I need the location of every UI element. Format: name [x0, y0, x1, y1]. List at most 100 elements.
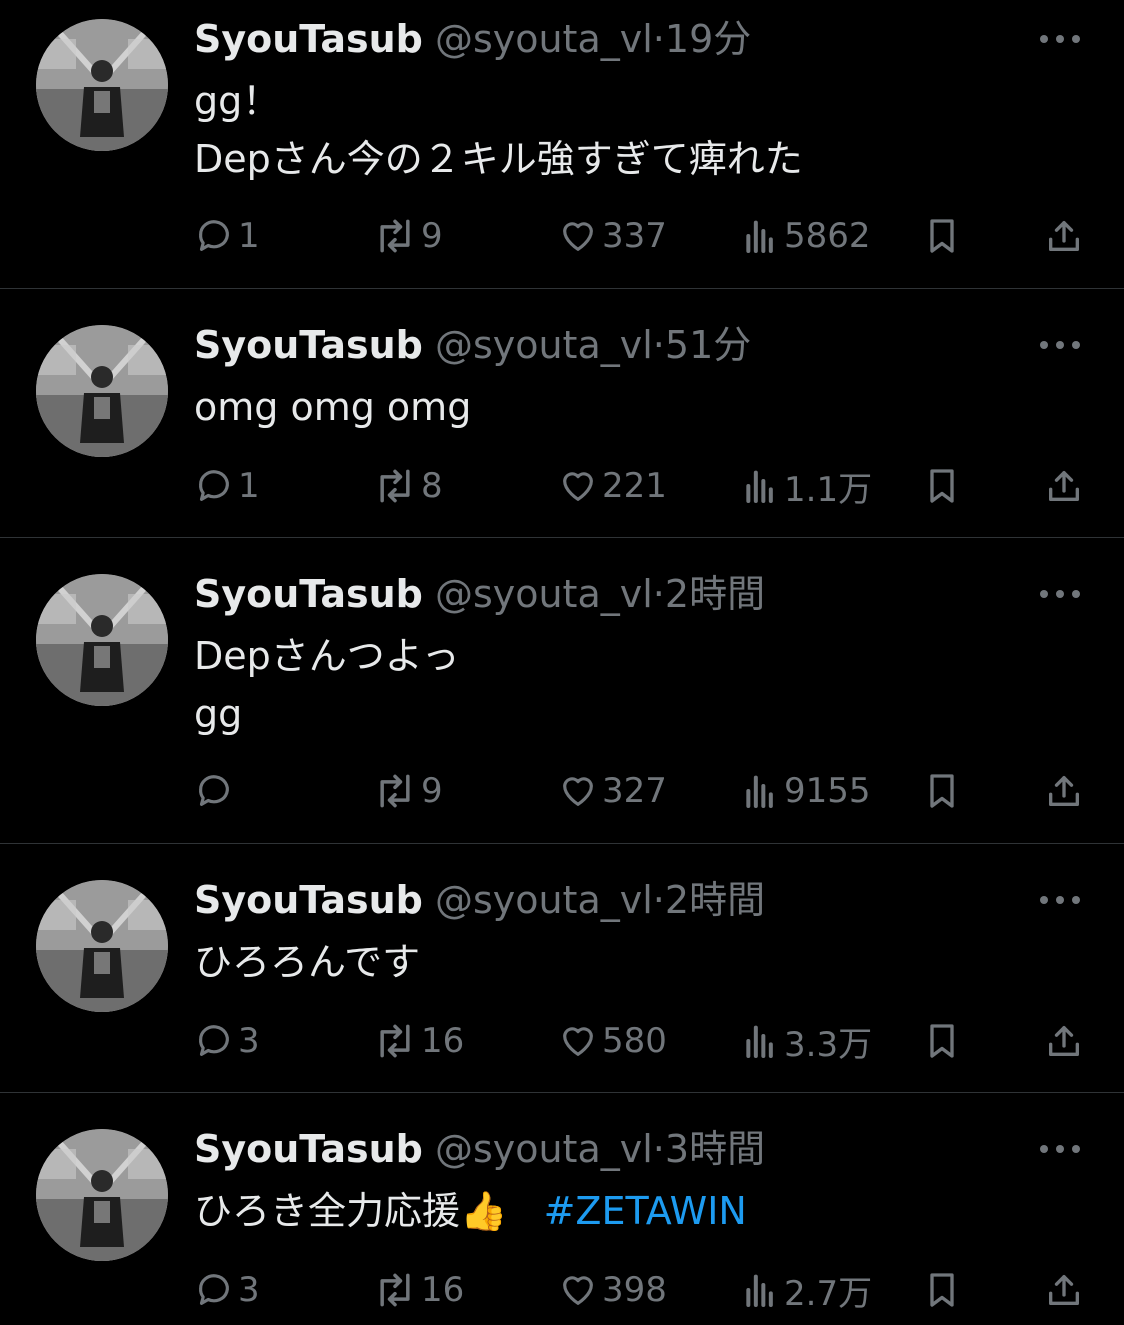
share-icon	[1049, 471, 1079, 501]
share-button[interactable]	[1044, 1268, 1084, 1312]
tweet-text: gg！ Depさん今の２キル強すぎて痺れた	[194, 72, 803, 188]
timestamp[interactable]: 3時間	[665, 1127, 765, 1171]
handle[interactable]: @syouta_vl	[435, 878, 653, 922]
tweet-header: SyouTasub @syouta_vl·3時間	[194, 1122, 765, 1176]
replies-count: 3	[238, 1270, 260, 1310]
timestamp[interactable]: 2時間	[665, 572, 765, 616]
retweet-icon	[380, 1273, 410, 1307]
share-icon	[1049, 221, 1079, 251]
share-button[interactable]	[1044, 214, 1084, 258]
handle[interactable]: @syouta_vl	[435, 17, 653, 61]
views-button[interactable]: 2.7万	[740, 1268, 873, 1314]
like-button[interactable]: 327	[558, 769, 667, 813]
separator: ·	[652, 878, 665, 922]
retweets-count: 8	[421, 466, 443, 506]
tweet-text-content: ひろろんです	[194, 940, 421, 984]
heart-icon	[563, 1027, 593, 1056]
display-name[interactable]: SyouTasub	[194, 323, 423, 367]
retweet-button[interactable]: 8	[373, 464, 443, 508]
avatar[interactable]	[36, 880, 168, 1012]
reply-button[interactable]: 1	[194, 464, 260, 508]
reply-icon	[199, 220, 229, 251]
likes-count: 580	[602, 1021, 667, 1061]
views-count: 2.7万	[784, 1273, 873, 1314]
bookmark-button[interactable]	[922, 1019, 962, 1063]
more-icon[interactable]	[1040, 890, 1084, 910]
display-name[interactable]: SyouTasub	[194, 878, 423, 922]
timestamp[interactable]: 19分	[665, 17, 751, 61]
tweet-text: Depさんつよっ gg	[194, 627, 460, 743]
bookmark-button[interactable]	[922, 464, 962, 508]
tweet[interactable]: SyouTasub @syouta_vl·2時間ひろろんです 3 16 580 3.3万	[0, 861, 1124, 1110]
reply-button[interactable]: 3	[194, 1268, 260, 1312]
display-name[interactable]: SyouTasub	[194, 572, 423, 616]
more-icon[interactable]	[1040, 335, 1084, 355]
display-name[interactable]: SyouTasub	[194, 1127, 423, 1171]
views-icon	[746, 1274, 773, 1307]
timestamp[interactable]: 51分	[665, 323, 751, 367]
handle[interactable]: @syouta_vl	[435, 323, 653, 367]
bookmark-button[interactable]	[922, 769, 962, 813]
views-button[interactable]: 3.3万	[740, 1019, 873, 1065]
bookmark-button[interactable]	[922, 214, 962, 258]
retweet-button[interactable]: 9	[373, 214, 443, 258]
like-button[interactable]: 337	[558, 214, 667, 258]
retweet-button[interactable]: 16	[373, 1268, 464, 1312]
tweet[interactable]: SyouTasub @syouta_vl·19分 gg！ Depさん今の２キル強す…	[0, 0, 1124, 306]
replies-count: 3	[238, 1021, 260, 1061]
bookmark-button[interactable]	[922, 1268, 962, 1312]
like-button[interactable]: 398	[558, 1268, 667, 1312]
views-button[interactable]: 9155	[740, 769, 871, 813]
bookmark-icon	[930, 774, 954, 808]
avatar[interactable]	[36, 574, 168, 706]
share-button[interactable]	[1044, 769, 1084, 813]
share-button[interactable]	[1044, 1019, 1084, 1063]
tweet-text-content: omg omg omg	[194, 385, 472, 429]
retweet-button[interactable]: 16	[373, 1019, 464, 1063]
retweet-icon	[380, 1024, 410, 1058]
timestamp[interactable]: 2時間	[665, 878, 765, 922]
reply-button[interactable]: 3	[194, 1019, 260, 1063]
views-button[interactable]: 1.1万	[740, 464, 872, 510]
reply-icon	[199, 775, 229, 806]
tweet-header: SyouTasub @syouta_vl·2時間	[194, 873, 765, 927]
more-icon[interactable]	[1040, 584, 1084, 604]
views-icon	[746, 1025, 773, 1058]
heart-icon	[563, 472, 593, 501]
reply-button[interactable]: 1	[194, 214, 260, 258]
tweet-text-content: ひろき全力応援👍	[194, 1189, 508, 1233]
handle[interactable]: @syouta_vl	[435, 572, 653, 616]
heart-icon	[563, 1276, 593, 1305]
avatar[interactable]	[36, 325, 168, 457]
avatar[interactable]	[36, 1129, 168, 1261]
reply-button[interactable]	[194, 769, 238, 813]
views-button[interactable]: 5862	[740, 214, 871, 258]
share-button[interactable]	[1044, 464, 1084, 508]
retweet-button[interactable]: 9	[373, 769, 443, 813]
retweets-count: 16	[421, 1021, 465, 1061]
retweet-icon	[380, 219, 410, 253]
bookmark-icon	[930, 219, 954, 253]
handle[interactable]: @syouta_vl	[435, 1127, 653, 1171]
divider	[0, 843, 1124, 844]
replies-count: 1	[238, 466, 260, 506]
tweet-text-content: Depさんつよっ gg	[194, 634, 460, 736]
tweet[interactable]: SyouTasub @syouta_vl·2時間 Depさんつよっ gg 9 327 9…	[0, 555, 1124, 861]
tweet[interactable]: SyouTasub @syouta_vl·51分 omg omg omg 1 8 221…	[0, 306, 1124, 555]
views-icon	[746, 220, 773, 253]
separator: ·	[652, 17, 665, 61]
views-count: 3.3万	[784, 1024, 873, 1065]
tweet-text: ひろろんです	[194, 933, 420, 991]
bookmark-icon	[930, 469, 954, 503]
bookmark-icon	[930, 1273, 954, 1307]
heart-icon	[563, 222, 593, 251]
more-icon[interactable]	[1040, 29, 1084, 49]
avatar[interactable]	[36, 19, 168, 151]
tweet[interactable]: SyouTasub @syouta_vl·3時間ひろき全力応援👍 #ZETAWI…	[0, 1110, 1124, 1325]
display-name[interactable]: SyouTasub	[194, 17, 423, 61]
hashtag-link[interactable]: #ZETAWIN	[544, 1189, 747, 1233]
like-button[interactable]: 221	[558, 464, 667, 508]
like-button[interactable]: 580	[558, 1019, 667, 1063]
more-icon[interactable]	[1040, 1139, 1084, 1159]
reply-icon	[199, 470, 229, 501]
